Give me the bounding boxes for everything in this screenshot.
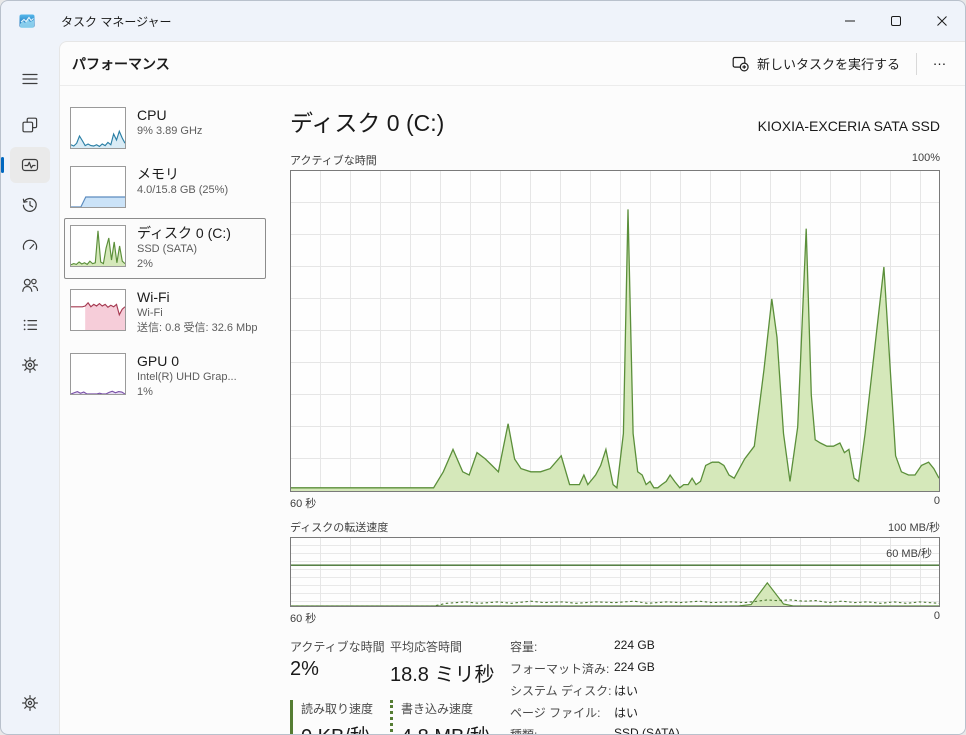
minimize-button[interactable] <box>827 1 873 41</box>
sidebar-item-settings[interactable] <box>10 685 50 721</box>
detail-row-1-value: 224 GB <box>614 660 680 677</box>
app-history-icon <box>21 196 39 214</box>
services-icon <box>21 356 39 374</box>
stat-active-time: アクティブな時間 2% <box>290 638 390 687</box>
sidebar-item-services[interactable] <box>10 347 50 383</box>
maximize-icon <box>890 15 902 27</box>
perf-item-text: GPU 0Intel(R) UHD Grap...1% <box>137 353 237 400</box>
close-button[interactable] <box>919 1 965 41</box>
perf-item-text: ディスク 0 (C:)SSD (SATA)2% <box>137 225 231 272</box>
scale-line-label: 60 MB/秒 <box>886 545 932 561</box>
spark-gpu-chart <box>70 353 126 395</box>
perf-item-text: メモリ4.0/15.8 GB (25%) <box>137 166 228 198</box>
chart2-label: ディスクの転送速度 <box>290 519 388 535</box>
task-manager-app-icon <box>19 13 35 29</box>
window-title: タスク マネージャー <box>61 13 172 30</box>
performance-icon <box>21 156 39 174</box>
perf-item-sub1: 9% 3.89 GHz <box>137 124 202 139</box>
processes-icon <box>21 116 39 134</box>
perf-item-text: Wi-FiWi-Fi送信: 0.8 受信: 32.6 Mbp <box>137 289 257 336</box>
sidebar-item-performance[interactable] <box>10 147 50 183</box>
details-icon <box>21 316 39 334</box>
perf-item-name: GPU 0 <box>137 353 237 370</box>
disk-device-name: KIOXIA-EXCERIA SATA SSD <box>758 118 940 134</box>
detail-title: ディスク 0 (C:) <box>290 104 444 138</box>
sidebar-item-users[interactable] <box>10 267 50 303</box>
perf-item-memory[interactable]: メモリ4.0/15.8 GB (25%) <box>64 159 266 215</box>
header-divider <box>916 53 917 75</box>
sidebar-item-processes[interactable] <box>10 107 50 143</box>
detail-row-0-value: 224 GB <box>614 638 680 655</box>
perf-item-sub1: Intel(R) UHD Grap... <box>137 370 237 385</box>
sidebar-item-details[interactable] <box>10 307 50 343</box>
detail-row-4-label: 種類: <box>510 726 612 735</box>
disk-stats: アクティブな時間 2% 平均応答時間 18.8 ミリ秒 読み取り速度 0 KB/… <box>290 638 940 735</box>
sidebar-item-startup-apps[interactable] <box>10 227 50 263</box>
transfer-rate-chart: 60 MB/秒 <box>290 537 940 607</box>
startup-apps-icon <box>21 236 39 254</box>
task-manager-window: タスク マネージャー <box>0 0 966 735</box>
chart1-label: アクティブな時間 <box>290 152 377 168</box>
perf-item-sub2: 1% <box>137 385 237 400</box>
chart2-max-label: 100 MB/秒 <box>888 519 940 535</box>
users-icon <box>21 276 39 294</box>
sidebar <box>1 41 59 735</box>
content-panel: パフォーマンス 新しいタスクを実行する … <box>59 41 965 735</box>
disk-detail-pane: ディスク 0 (C:) KIOXIA-EXCERIA SATA SSD アクティ… <box>266 98 965 735</box>
detail-row-1-label: フォーマット済み: <box>510 660 612 677</box>
chart1-max-label: 100% <box>912 152 940 168</box>
detail-row-2-label: システム ディスク: <box>510 682 612 699</box>
active-time-chart <box>290 170 940 492</box>
detail-row-0-label: 容量: <box>510 638 612 655</box>
chart2-axis-right: 0 <box>934 610 940 626</box>
perf-item-name: CPU <box>137 107 202 124</box>
spark-memory-chart <box>70 166 126 208</box>
hamburger-icon <box>21 70 39 88</box>
minimize-icon <box>844 15 856 27</box>
content-header: パフォーマンス 新しいタスクを実行する … <box>60 42 965 86</box>
close-icon <box>936 15 948 27</box>
chart1-axis-right: 0 <box>934 495 940 511</box>
perf-item-sub2: 2% <box>137 257 231 272</box>
perf-item-sub1: SSD (SATA) <box>137 242 231 257</box>
run-new-task-button[interactable]: 新しいタスクを実行する <box>722 47 910 80</box>
detail-row-3-label: ページ ファイル: <box>510 704 612 721</box>
more-options-icon: … <box>933 52 948 68</box>
run-new-task-label: 新しいタスクを実行する <box>757 54 900 73</box>
perf-item-name: Wi-Fi <box>137 289 257 306</box>
page-title: パフォーマンス <box>72 54 170 74</box>
new-task-icon <box>732 55 749 72</box>
settings-icon <box>21 694 39 712</box>
perf-item-name: メモリ <box>137 166 228 183</box>
perf-item-cpu[interactable]: CPU9% 3.89 GHz <box>64 100 266 156</box>
chart2-axis-left: 60 秒 <box>290 610 316 626</box>
maximize-button[interactable] <box>873 1 919 41</box>
perf-item-gpu0[interactable]: GPU 0Intel(R) UHD Grap...1% <box>64 346 266 407</box>
spark-wifi-chart <box>70 289 126 331</box>
spark-disk-chart <box>70 225 126 267</box>
navigation-menu-button[interactable] <box>10 61 50 97</box>
detail-row-4-value: SSD (SATA) <box>614 726 680 735</box>
chart1-axis-left: 60 秒 <box>290 495 316 511</box>
perf-item-disk0[interactable]: ディスク 0 (C:)SSD (SATA)2% <box>64 218 266 279</box>
more-options-button[interactable]: … <box>923 49 957 79</box>
perf-item-name: ディスク 0 (C:) <box>137 225 231 242</box>
stat-write-speed: 書き込み速度 4.8 MB/秒 <box>390 700 510 735</box>
detail-row-2-value: はい <box>614 682 680 699</box>
perf-item-sub2: 送信: 0.8 受信: 32.6 Mbp <box>137 321 257 336</box>
perf-item-sub1: 4.0/15.8 GB (25%) <box>137 183 228 198</box>
sidebar-item-app-history[interactable] <box>10 187 50 223</box>
perf-list: CPU9% 3.89 GHz メモリ4.0/15.8 GB (25%) ディスク 0… <box>60 98 266 735</box>
titlebar: タスク マネージャー <box>1 1 965 41</box>
perf-item-text: CPU9% 3.89 GHz <box>137 107 202 139</box>
stat-avg-response: 平均応答時間 18.8 ミリ秒 <box>390 638 510 687</box>
disk-details: 容量:224 GBフォーマット済み:224 GBシステム ディスク:はいページ … <box>510 638 680 735</box>
perf-item-sub1: Wi-Fi <box>137 306 257 321</box>
stat-read-speed: 読み取り速度 0 KB/秒 <box>290 700 390 735</box>
window-controls <box>827 1 965 41</box>
perf-item-wifi[interactable]: Wi-FiWi-Fi送信: 0.8 受信: 32.6 Mbp <box>64 282 266 343</box>
spark-cpu-chart <box>70 107 126 149</box>
detail-row-3-value: はい <box>614 704 680 721</box>
